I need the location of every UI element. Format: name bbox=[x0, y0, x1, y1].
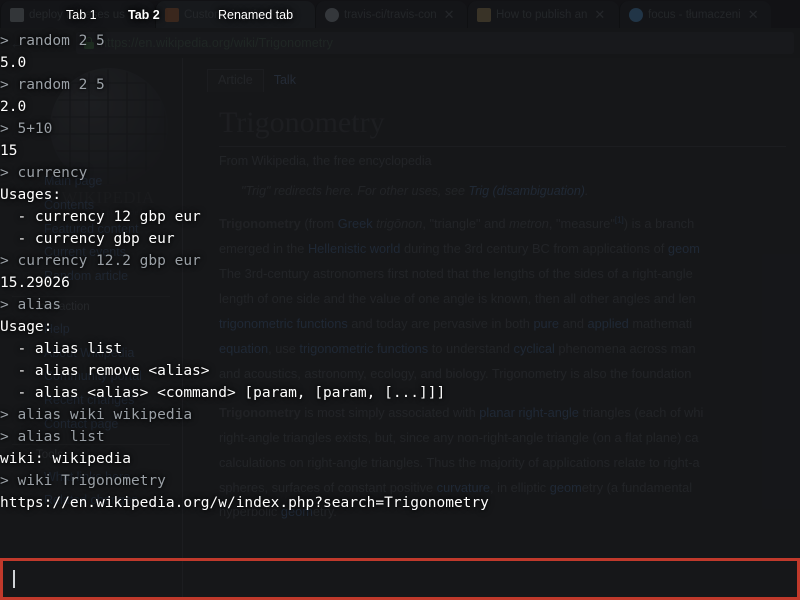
terminal-overlay: > random 2 5 5.0 > random 2 5 2.0 > 5+10 15 > … bbox=[0, 30, 530, 514]
terminal-line: > wiki Trigonometry bbox=[0, 473, 166, 489]
terminal-line: 5.0 bbox=[0, 55, 27, 71]
terminal-line: > currency bbox=[0, 165, 88, 181]
terminal-line: wiki: wikipedia bbox=[0, 451, 131, 467]
terminal-line: > random 2 5 bbox=[0, 77, 105, 93]
terminal-line: > 5+10 bbox=[0, 121, 53, 137]
tab-overlay-label-2: Tab 2 bbox=[128, 8, 160, 22]
terminal-line: > alias wiki wikipedia bbox=[0, 407, 193, 423]
terminal-line: - alias remove <alias> bbox=[0, 363, 210, 379]
text-caret bbox=[13, 570, 15, 588]
terminal-line: - currency gbp eur bbox=[0, 231, 175, 247]
screen: deploy releases us ✕ Customizing the R ✕ tra… bbox=[0, 0, 800, 600]
terminal-line: 15 bbox=[0, 143, 18, 159]
hatnote-suffix: . bbox=[584, 184, 589, 198]
terminal-line: https://en.wikipedia.org/w/index.php?sea… bbox=[0, 495, 489, 511]
terminal-line: > alias list bbox=[0, 429, 105, 445]
terminal-line: 15.29026 bbox=[0, 275, 70, 291]
terminal-line: Usages: bbox=[0, 187, 62, 203]
command-input[interactable] bbox=[0, 558, 800, 600]
terminal-line: > alias bbox=[0, 297, 62, 313]
terminal-line: > currency 12.2 gbp eur bbox=[0, 253, 201, 269]
terminal-line: - alias list bbox=[0, 341, 123, 357]
tab-overlay-label-3: Renamed tab bbox=[218, 8, 294, 22]
terminal-line: Usage: bbox=[0, 319, 53, 335]
tab-label-overlay: Tab 1 Tab 2 Renamed tab bbox=[0, 0, 800, 28]
terminal-line: - currency 12 gbp eur bbox=[0, 209, 201, 225]
terminal-line: 2.0 bbox=[0, 99, 27, 115]
tab-overlay-label-1: Tab 1 bbox=[66, 8, 97, 22]
terminal-line: - alias <alias> <command> [param, [param… bbox=[0, 385, 446, 401]
terminal-line: > random 2 5 bbox=[0, 33, 105, 49]
